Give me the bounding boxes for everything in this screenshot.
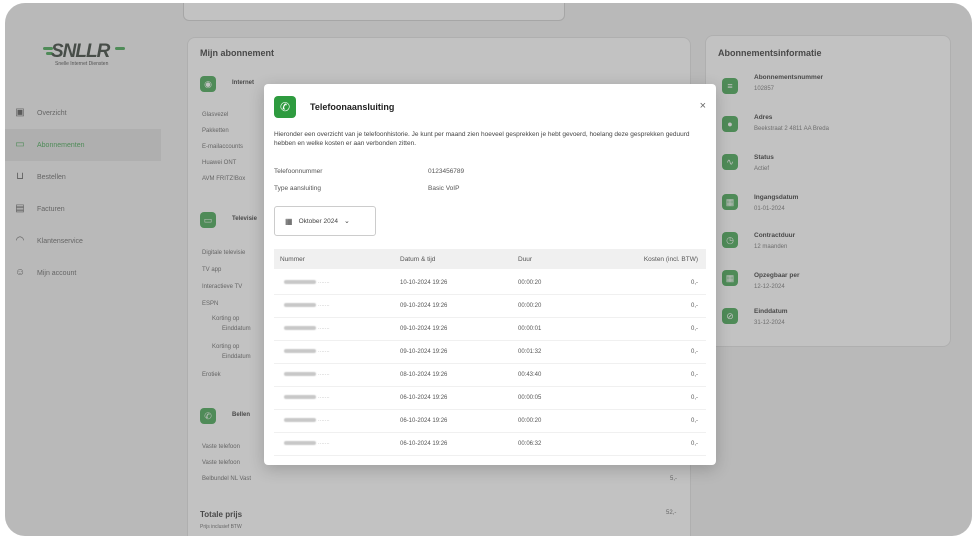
masked-number: ······· — [274, 279, 394, 286]
chevron-down-icon: ⌄ — [343, 218, 350, 225]
row-date: 06-10-2024 19:26 — [400, 394, 448, 401]
row-cost: 0,- — [690, 348, 698, 355]
month-select-value: Oktober 2024 — [298, 217, 338, 225]
close-icon[interactable]: × — [700, 100, 706, 112]
row-duration: 00:01:32 — [518, 348, 542, 355]
month-select[interactable]: ▦ Oktober 2024 ⌄ — [274, 206, 376, 236]
table-row: ······· 09-10-2024 19:26 00:01:32 0,- — [274, 340, 706, 364]
row-date: 09-10-2024 19:26 — [400, 302, 448, 309]
row-cost: 0,- — [690, 325, 698, 332]
table-row: ······· 10-10-2024 19:26 00:00:20 0,- — [274, 271, 706, 295]
row-date: 06-10-2024 19:26 — [400, 417, 448, 424]
masked-number: ······· — [274, 394, 394, 401]
table-row: ······· 06-10-2024 19:26 00:06:32 0,- — [274, 432, 706, 456]
row-date: 09-10-2024 19:26 — [400, 325, 448, 332]
column-header[interactable]: Nummer — [274, 256, 394, 263]
table-row: ······· 08-10-2024 19:26 00:43:40 0,- — [274, 363, 706, 387]
phone-number-value: 0123456789 — [428, 168, 465, 175]
masked-number: ······· — [274, 371, 394, 378]
row-cost: 0,- — [690, 371, 698, 378]
row-date: 08-10-2024 19:26 — [400, 371, 448, 378]
table-header: Nummer Datum & tijd Duur Kosten (incl. B… — [274, 249, 706, 269]
row-cost: 0,- — [690, 394, 698, 401]
phone-number-label: Telefoonnummer — [274, 168, 323, 175]
row-cost: 0,- — [690, 302, 698, 309]
masked-number: ······· — [274, 325, 394, 332]
row-duration: 00:00:20 — [518, 302, 542, 309]
column-header[interactable]: Datum & tijd — [394, 256, 518, 263]
masked-number: ······· — [274, 302, 394, 309]
row-date: 09-10-2024 19:26 — [400, 348, 448, 355]
row-duration: 00:00:20 — [518, 279, 542, 286]
masked-number: ······· — [274, 348, 394, 355]
phone-icon: ✆ — [274, 96, 296, 118]
modal-title: Telefoonaansluiting — [310, 102, 395, 112]
table-row: ······· 06-10-2024 19:26 00:00:05 0,- — [274, 386, 706, 410]
masked-number: ······· — [274, 417, 394, 424]
column-header[interactable]: Duur — [518, 256, 608, 263]
row-duration: 00:00:01 — [518, 325, 542, 332]
masked-number: ······· — [274, 440, 394, 447]
row-date: 06-10-2024 19:26 — [400, 440, 448, 447]
row-duration: 00:06:32 — [518, 440, 542, 447]
row-date: 10-10-2024 19:26 — [400, 279, 448, 286]
table-row: ······· 09-10-2024 19:26 00:00:20 0,- — [274, 294, 706, 318]
table-row: ······· 09-10-2024 19:26 00:00:01 0,- — [274, 317, 706, 341]
app-window: SNLLR Snelle Internet Diensten ▣ Overzic… — [5, 3, 972, 536]
phone-history-modal: ✆ Telefoonaansluiting × Hieronder een ov… — [264, 84, 716, 465]
calendar-icon: ▦ — [285, 216, 293, 226]
row-cost: 0,- — [690, 279, 698, 286]
modal-description: Hieronder een overzicht van je telefoonh… — [274, 131, 690, 147]
row-cost: 0,- — [690, 440, 698, 447]
row-duration: 00:43:40 — [518, 371, 542, 378]
row-cost: 0,- — [690, 417, 698, 424]
column-header[interactable]: Kosten (incl. BTW) — [608, 256, 706, 263]
row-duration: 00:00:20 — [518, 417, 542, 424]
connection-type-label: Type aansluiting — [274, 185, 321, 192]
connection-type-value: Basic VoIP — [428, 185, 460, 192]
row-duration: 00:00:05 — [518, 394, 542, 401]
table-row: ······· 06-10-2024 19:26 00:00:20 0,- — [274, 409, 706, 433]
